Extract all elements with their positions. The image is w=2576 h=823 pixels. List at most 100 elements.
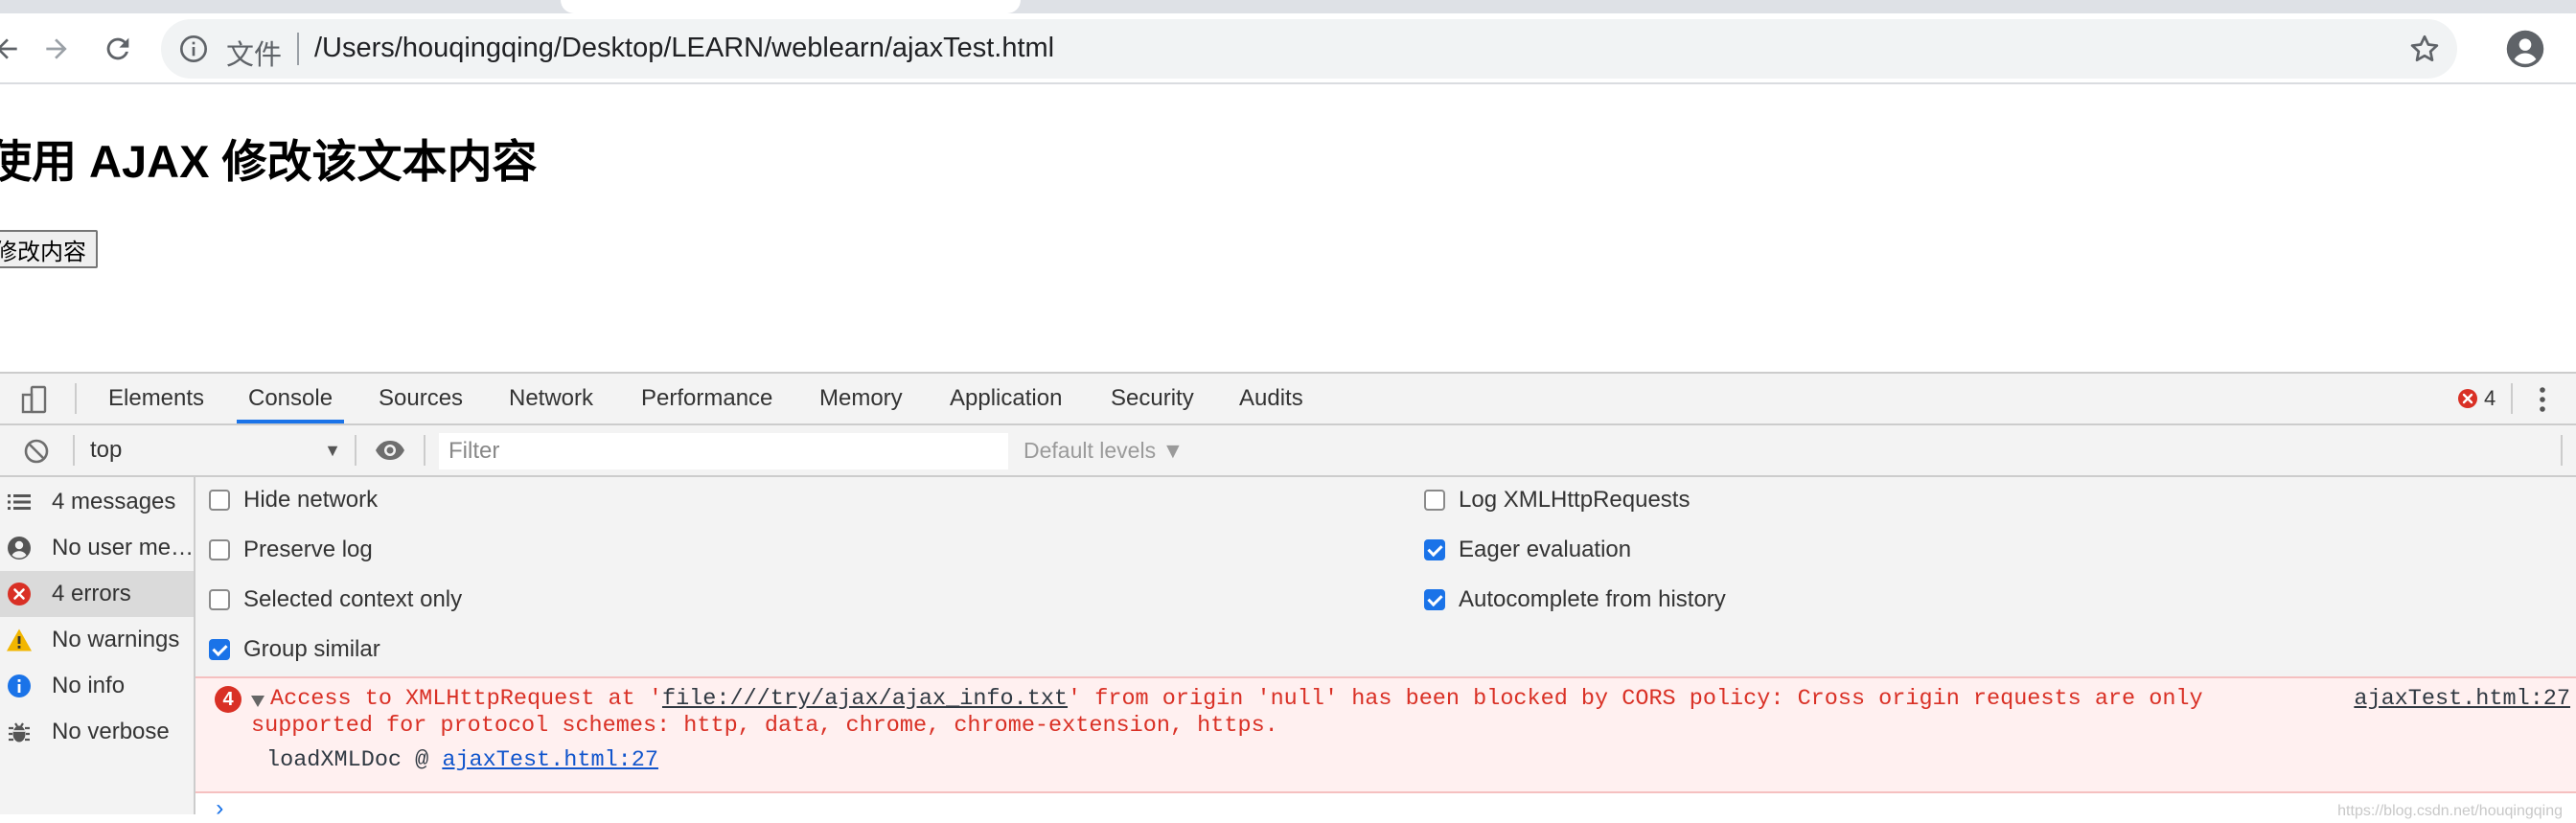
back-button[interactable]	[0, 29, 27, 69]
error-source-link[interactable]: ajaxTest.html:27	[2354, 686, 2570, 712]
address-bar[interactable]: 文件 /Users/houqingqing/Desktop/LEARN/webl…	[161, 19, 2457, 79]
context-selector[interactable]: top ▼	[90, 425, 341, 475]
sidebar-item-verbose[interactable]: No verbose	[0, 709, 194, 755]
context-value: top	[90, 437, 123, 463]
chevron-down-icon: ▼	[324, 441, 341, 460]
device-toolbar-icon[interactable]	[19, 385, 54, 416]
toolbar-separator	[355, 435, 356, 466]
repeat-count-badge: 4	[215, 686, 242, 713]
bug-icon	[9, 722, 30, 743]
stack-trace-line: loadXMLDoc @ ajaxTest.html:27	[266, 747, 658, 773]
option-label: Preserve log	[243, 537, 373, 562]
star-icon[interactable]	[2407, 32, 2442, 66]
toolbar-separator	[75, 383, 77, 414]
tab-audits[interactable]: Audits	[1239, 374, 1303, 423]
selected-context-option[interactable]: Selected context only	[209, 581, 462, 619]
tab-application[interactable]: Application	[950, 374, 1062, 423]
sidebar-item-messages[interactable]: 4 messages	[0, 479, 194, 525]
url-text[interactable]: /Users/houqingqing/Desktop/LEARN/weblear…	[314, 33, 1054, 64]
tab-memory[interactable]: Memory	[819, 374, 903, 423]
modify-content-button[interactable]: 修改内容	[0, 230, 98, 268]
tab-security[interactable]: Security	[1111, 374, 1194, 423]
tab-performance[interactable]: Performance	[641, 374, 772, 423]
autocomplete-option[interactable]: Autocomplete from history	[1424, 581, 1726, 619]
toolbar-separator	[424, 435, 426, 466]
error-text-line2: supported for protocol schemes: http, da…	[251, 713, 1278, 739]
devtools-tab-bar: Elements Console Sources Network Perform…	[0, 372, 2576, 425]
stack-function: loadXMLDoc @	[266, 747, 443, 773]
eager-evaluation-option[interactable]: Eager evaluation	[1424, 531, 1631, 569]
selected-context-checkbox[interactable]	[209, 589, 230, 610]
arrow-left-icon	[0, 38, 17, 59]
preserve-log-option[interactable]: Preserve log	[209, 531, 373, 569]
log-xhr-option[interactable]: Log XMLHttpRequests	[1424, 481, 1690, 519]
arrow-right-icon	[46, 38, 67, 59]
eye-icon[interactable]	[374, 439, 406, 462]
hide-network-checkbox[interactable]	[209, 490, 230, 511]
console-settings: Hide network Preserve log Selected conte…	[196, 477, 2576, 676]
option-label: Group similar	[243, 636, 380, 662]
sidebar-item-label: No warnings	[52, 627, 180, 652]
tab-elements[interactable]: Elements	[108, 374, 204, 423]
sidebar-item-errors[interactable]: 4 errors	[0, 571, 194, 617]
reload-icon	[106, 37, 129, 60]
eager-evaluation-checkbox[interactable]	[1424, 539, 1445, 560]
option-label: Hide network	[243, 487, 379, 513]
log-xhr-checkbox[interactable]	[1424, 490, 1445, 511]
info-icon[interactable]	[178, 34, 209, 64]
page-content: 使用 AJAX 修改该文本内容 修改内容	[0, 86, 2576, 372]
more-options-icon[interactable]	[2534, 385, 2551, 414]
tab-strip	[0, 0, 2576, 13]
error-prefix: Access to XMLHttpRequest at '	[270, 686, 662, 712]
page-heading: 使用 AJAX 修改该文本内容	[0, 136, 538, 187]
info-icon	[8, 674, 31, 697]
error-message[interactable]: 4 Access to XMLHttpRequest at 'file:///t…	[196, 676, 2576, 793]
console-messages: 4 Access to XMLHttpRequest at 'file:///t…	[196, 676, 2576, 823]
reload-button[interactable]	[98, 29, 138, 69]
tab-console[interactable]: Console	[236, 374, 345, 423]
console-prompt-icon[interactable]: ›	[213, 797, 226, 823]
sidebar-item-label: No info	[52, 673, 126, 698]
toolbar-separator	[73, 435, 75, 466]
sidebar-item-warnings[interactable]: No warnings	[0, 617, 194, 663]
sidebar-item-user-messages[interactable]: No user me…	[0, 525, 194, 571]
preserve-log-checkbox[interactable]	[209, 539, 230, 560]
sidebar-item-label: 4 errors	[52, 581, 131, 606]
sidebar-item-info[interactable]: No info	[0, 663, 194, 709]
account-circle-icon[interactable]	[2505, 29, 2545, 69]
filter-input[interactable]	[439, 433, 1008, 469]
expand-triangle-icon[interactable]	[251, 696, 264, 707]
autocomplete-checkbox[interactable]	[1424, 589, 1445, 610]
error-text-line1: Access to XMLHttpRequest at 'file:///try…	[270, 686, 2203, 712]
stack-source-link[interactable]: ajaxTest.html:27	[442, 747, 658, 773]
browser-toolbar: 文件 /Users/houqingqing/Desktop/LEARN/webl…	[0, 13, 2576, 84]
console-toolbar: top ▼ Default levels ▼	[0, 425, 2576, 477]
error-icon	[8, 583, 31, 606]
active-tab[interactable]	[561, 0, 1021, 13]
toolbar-separator	[2561, 435, 2563, 466]
hide-network-option[interactable]: Hide network	[209, 481, 378, 519]
option-label: Log XMLHttpRequests	[1459, 487, 1690, 513]
error-suffix: ' from origin 'null' has been blocked by…	[1068, 686, 2203, 712]
devtools-panel: Elements Console Sources Network Perform…	[0, 372, 2576, 823]
omnibox-divider	[297, 33, 299, 65]
scheme-label: 文件	[226, 40, 283, 71]
option-label: Selected context only	[243, 586, 463, 612]
tab-network[interactable]: Network	[509, 374, 593, 423]
toolbar-separator	[2511, 383, 2513, 414]
watermark: https://blog.csdn.net/houqingqing	[2337, 803, 2563, 819]
log-levels-dropdown[interactable]: Default levels ▼	[1024, 425, 1184, 475]
group-similar-checkbox[interactable]	[209, 639, 230, 660]
tab-sources[interactable]: Sources	[379, 374, 463, 423]
option-label: Eager evaluation	[1459, 537, 1632, 562]
error-file-link[interactable]: file:///try/ajax/ajax_info.txt	[662, 686, 1068, 712]
user-icon	[8, 537, 31, 560]
forward-button[interactable]	[36, 29, 77, 69]
list-icon	[8, 494, 31, 510]
clear-console-icon[interactable]	[23, 438, 50, 465]
group-similar-option[interactable]: Group similar	[209, 630, 380, 669]
sidebar-item-label: No user me…	[52, 535, 194, 560]
error-counter[interactable]: 4	[2457, 386, 2496, 410]
warning-icon	[7, 629, 32, 652]
console-sidebar: 4 messages No user me… 4 errors No warni…	[0, 477, 196, 814]
